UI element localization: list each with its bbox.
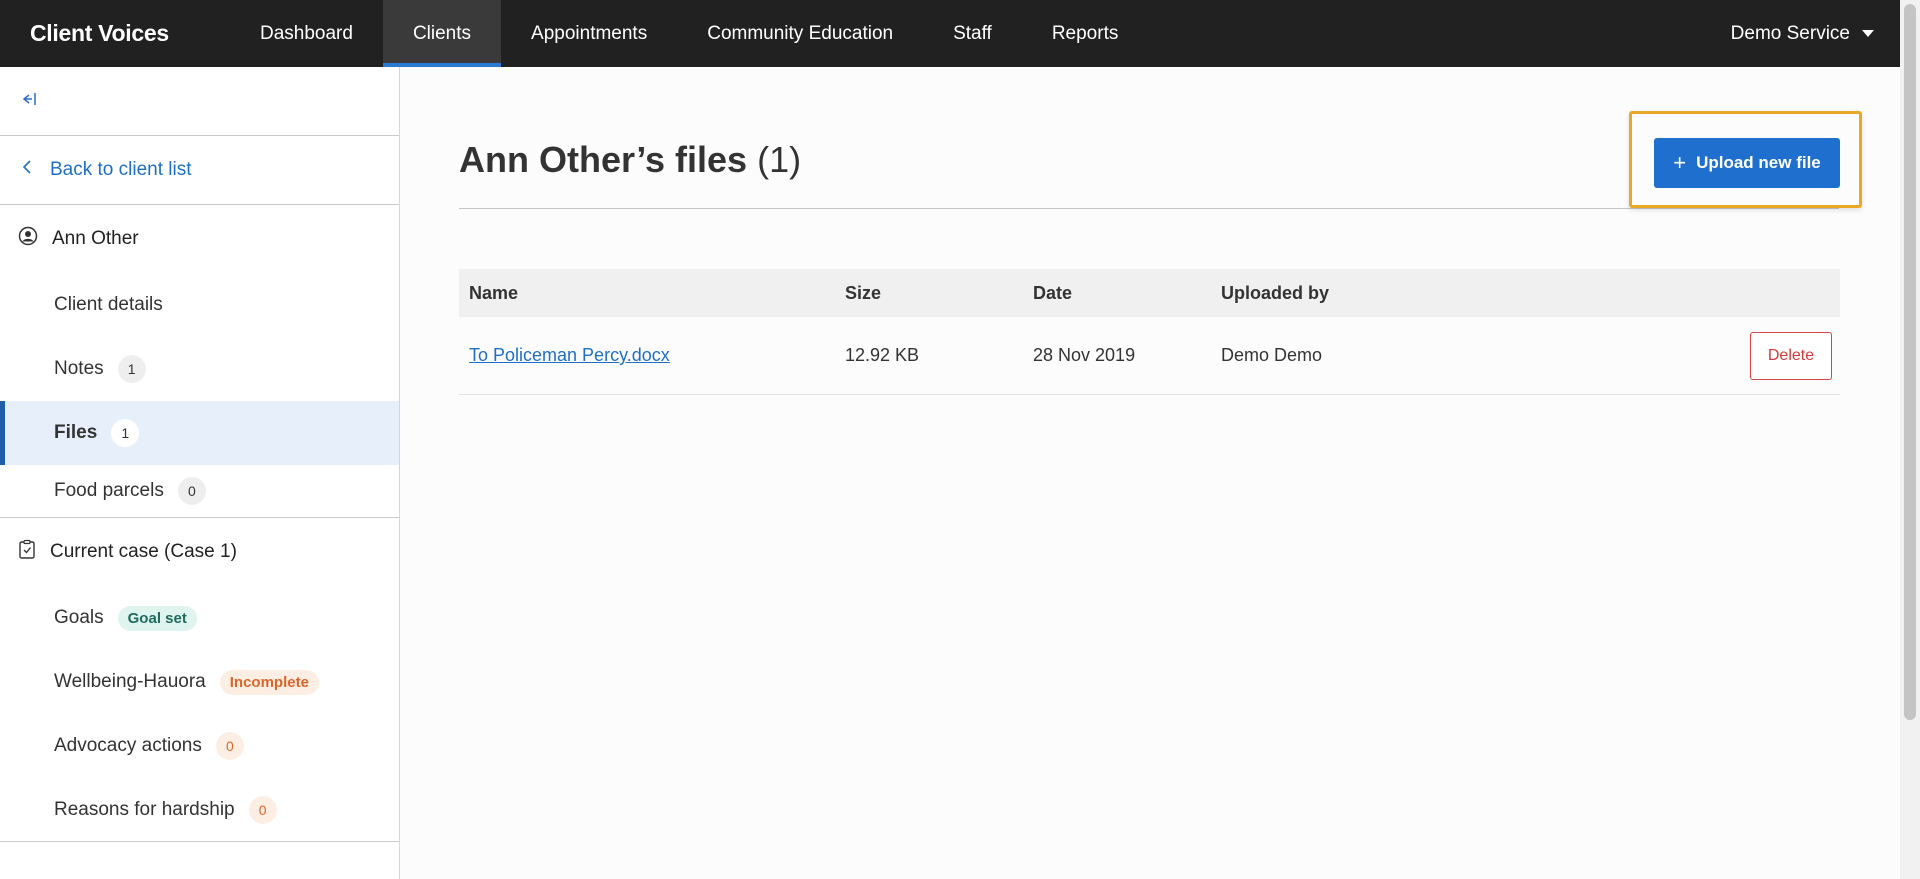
files-table: Name Size Date Uploaded by To Policeman …: [459, 269, 1840, 395]
file-date-cell: 28 Nov 2019: [1023, 317, 1211, 395]
file-link[interactable]: To Policeman Percy.docx: [469, 345, 670, 365]
sidebar-item-label: Advocacy actions: [54, 735, 202, 756]
sidebar-item-goals[interactable]: Goals Goal set: [0, 586, 399, 650]
sidebar-item-label: Goals: [54, 607, 104, 628]
status-badge: Incomplete: [219, 669, 319, 695]
plus-icon: +: [1673, 150, 1687, 175]
sidebar-item-label: Notes: [54, 358, 104, 379]
sidebar-item-advocacy-actions[interactable]: Advocacy actions 0: [0, 714, 399, 778]
sidebar-item-reasons-for-hardship[interactable]: Reasons for hardship 0: [0, 778, 399, 842]
count-badge: 0: [177, 477, 206, 505]
file-uploader-cell: Demo Demo: [1211, 317, 1720, 395]
sidebar-item-client-details[interactable]: Client details: [0, 273, 399, 337]
nav-dashboard[interactable]: Dashboard: [230, 0, 383, 67]
sidebar-item-label: Wellbeing-Hauora: [54, 671, 206, 692]
case-title: Current case (Case 1): [50, 541, 237, 562]
sidebar-item-label: Files: [54, 422, 98, 443]
case-section-header: Current case (Case 1): [0, 518, 399, 586]
main-content: Ann Other’s files (1) + Upload new file …: [400, 67, 1900, 879]
nav-reports[interactable]: Reports: [1022, 0, 1149, 67]
count-badge: 0: [248, 795, 277, 824]
back-label: Back to client list: [50, 159, 192, 180]
user-circle-icon: [18, 226, 38, 252]
file-size-cell: 12.92 KB: [835, 317, 1023, 395]
client-section-header: Ann Other: [0, 205, 399, 273]
column-header-date: Date: [1023, 269, 1211, 317]
sidebar-item-food-parcels[interactable]: Food parcels 0: [0, 465, 399, 518]
file-actions-cell: Delete: [1720, 317, 1840, 395]
chevron-left-icon: [22, 159, 32, 181]
sidebar-item-label: Food parcels: [54, 480, 164, 501]
back-to-client-list-link[interactable]: Back to client list: [0, 136, 399, 205]
column-header-actions: [1720, 269, 1840, 317]
nav-community-education[interactable]: Community Education: [677, 0, 923, 67]
column-header-uploaded-by: Uploaded by: [1211, 269, 1720, 317]
sidebar-item-label: Reasons for hardship: [54, 798, 235, 820]
nav-appointments[interactable]: Appointments: [501, 0, 677, 67]
chevron-down-icon: [1862, 30, 1874, 37]
nav-staff[interactable]: Staff: [923, 0, 1022, 67]
count-badge: 1: [111, 419, 140, 447]
sidebar: Back to client list Ann Other Client det…: [0, 67, 400, 879]
clipboard-icon: [18, 539, 36, 565]
count-badge: 0: [215, 732, 244, 760]
sidebar-item-files[interactable]: Files 1: [0, 401, 399, 465]
table-row: To Policeman Percy.docx 12.92 KB 28 Nov …: [459, 317, 1840, 395]
app-brand[interactable]: Client Voices: [30, 20, 230, 47]
delete-button[interactable]: Delete: [1750, 331, 1832, 380]
scrollbar-thumb[interactable]: [1904, 4, 1916, 720]
column-header-name: Name: [459, 269, 835, 317]
service-name: Demo Service: [1730, 22, 1850, 44]
count-badge: 1: [117, 355, 146, 383]
status-badge: Goal set: [117, 605, 197, 631]
client-name: Ann Other: [52, 228, 139, 249]
upload-button-label: Upload new file: [1696, 153, 1821, 172]
table-header-row: Name Size Date Uploaded by: [459, 269, 1840, 317]
service-dropdown[interactable]: Demo Service: [1731, 23, 1874, 45]
scrollbar[interactable]: [1900, 0, 1920, 879]
top-nav-bar: Client Voices Dashboard Clients Appointm…: [0, 0, 1900, 67]
sidebar-collapse-row: [0, 67, 399, 136]
sidebar-item-notes[interactable]: Notes 1: [0, 337, 399, 401]
sidebar-item-wellbeing[interactable]: Wellbeing-Hauora Incomplete: [0, 650, 399, 714]
column-header-size: Size: [835, 269, 1023, 317]
page-title-text: Ann Other’s files: [459, 139, 748, 180]
title-divider: [459, 208, 1839, 209]
nav-clients[interactable]: Clients: [382, 0, 502, 67]
sidebar-item-label: Client details: [54, 294, 163, 315]
page-title: Ann Other’s files (1): [459, 139, 801, 181]
file-name-cell: To Policeman Percy.docx: [459, 317, 835, 395]
page-title-count: (1): [757, 139, 802, 180]
collapse-left-icon[interactable]: [20, 90, 38, 113]
upload-new-file-button[interactable]: + Upload new file: [1654, 138, 1840, 188]
